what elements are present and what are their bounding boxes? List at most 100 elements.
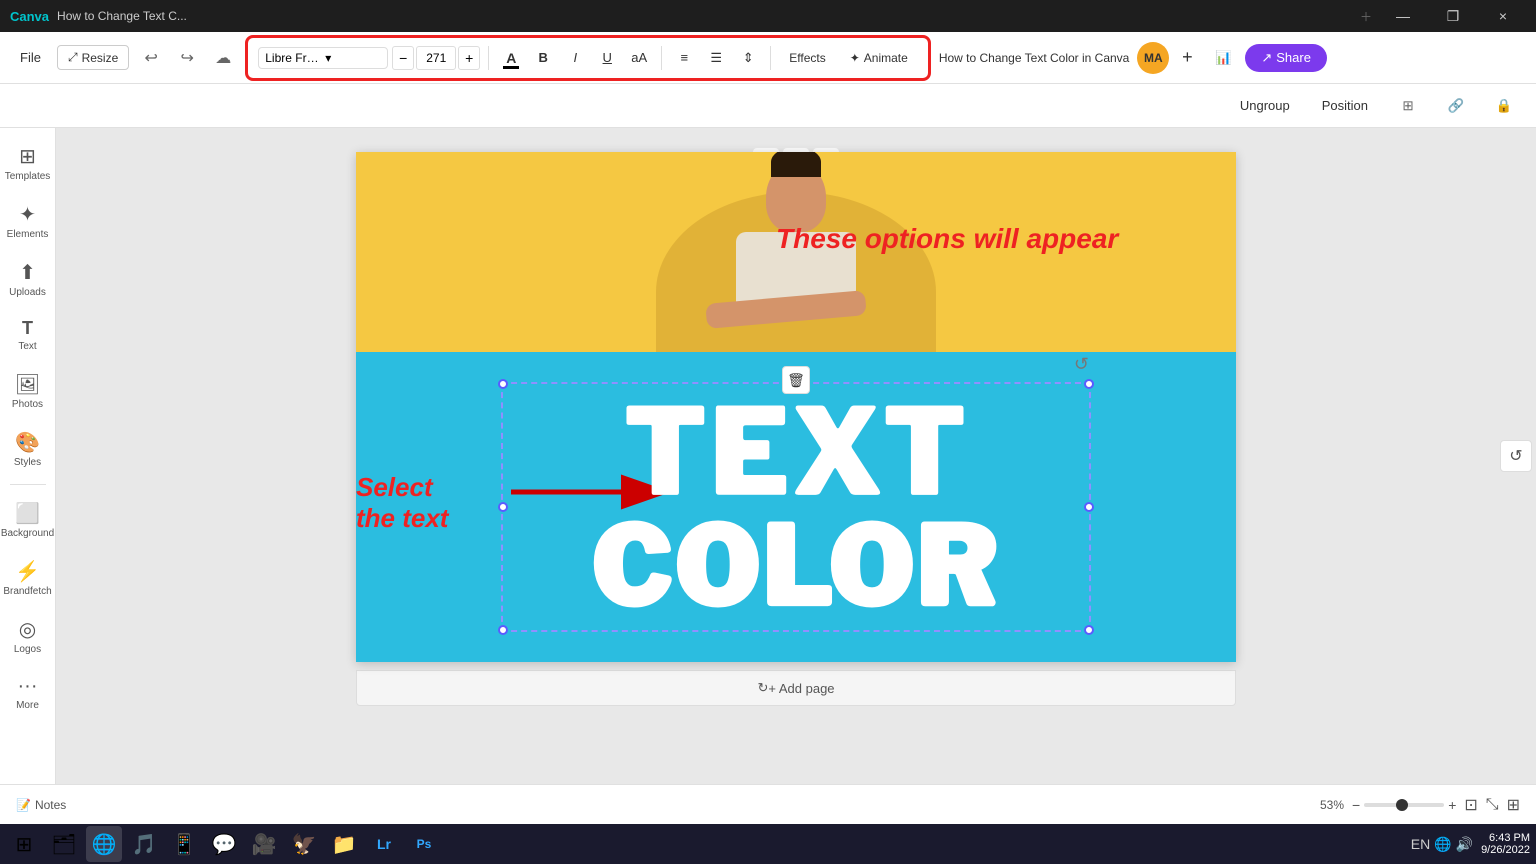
cloud-save-btn[interactable]: ☁ [209,44,237,72]
handle-mr[interactable] [1084,502,1094,512]
effects-label: Effects [789,51,825,65]
text-selection-box[interactable]: 🗑 ↺ TEXT COLOR [501,382,1091,632]
restore-btn[interactable]: ❐ [1430,0,1476,32]
sidebar-item-more[interactable]: ··· More [4,667,52,719]
sidebar-item-elements[interactable]: ✦ Elements [4,194,52,248]
font-name-label: Libre Franklin Bl... [265,51,321,65]
start-btn[interactable]: ⊞ [6,826,42,862]
handle-tl[interactable] [498,379,508,389]
share-icon: ↗ [1261,50,1272,66]
handle-tr[interactable] [1084,379,1094,389]
bold-btn[interactable]: B [529,44,557,72]
taskbar: ⊞ 🗂 🌐 🎵 📱 💬 🎥 🦅 📁 Lr Ps EN 🌐 🔊 6:43 PM 9… [0,824,1536,864]
resize-btn[interactable]: ⤢ Resize [57,45,129,70]
animate-icon: ✦ [850,51,860,65]
sidebar-item-uploads[interactable]: ⬆ Uploads [4,252,52,306]
secondary-toolbar: Ungroup Position ⊞ 🔗 🔒 [0,84,1536,128]
system-clock: 6:43 PM 9/26/2022 [1481,832,1530,856]
rotate-canvas-btn[interactable]: ↺ [1500,440,1532,472]
close-btn[interactable]: × [1480,0,1526,32]
sidebar-item-styles[interactable]: 🎨 Styles [4,422,52,476]
underline-btn[interactable]: U [593,44,621,72]
delete-float-btn[interactable]: 🗑 [782,366,810,394]
link-btn[interactable]: 🔗 [1440,90,1472,122]
list-btn[interactable]: ☰ [702,44,730,72]
text-icon: T [22,318,33,339]
grid-view-btn[interactable]: ⊞ [1507,795,1520,815]
text-label: Text [18,341,36,352]
rotate-handle[interactable]: ↺ [1074,354,1089,375]
handle-br[interactable] [1084,625,1094,635]
position-btn[interactable]: Position [1314,94,1376,117]
animate-btn[interactable]: ✦ Animate [840,47,918,69]
logos-icon: ◎ [19,617,36,642]
font-family-select[interactable]: Libre Franklin Bl... ▾ [258,47,388,69]
add-page-btn[interactable]: ↻ + Add page [356,670,1236,706]
canvas-area[interactable]: 🔒 ⧉ ⤢ [56,128,1536,784]
align-btn[interactable]: ≡ [670,44,698,72]
taskbar-browser[interactable]: 🌐 [86,826,122,862]
app-logo: Canva [10,9,49,24]
case-btn[interactable]: aA [625,44,653,72]
sidebar-item-background[interactable]: ⬜ Background [4,493,52,547]
window-controls: — ❐ × [1380,0,1526,32]
taskbar-zoom[interactable]: 🎥 [246,826,282,862]
user-avatar-btn[interactable]: MA [1137,42,1169,74]
lock-btn[interactable]: 🔒 [1488,90,1520,122]
taskbar-whatsapp[interactable]: 📱 [166,826,202,862]
handle-bl[interactable] [498,625,508,635]
add-tab-btn[interactable]: ＋ [1360,8,1372,25]
italic-btn[interactable]: I [561,44,589,72]
effects-btn[interactable]: Effects [779,47,835,69]
sidebar-item-logos[interactable]: ◎ Logos [4,609,52,663]
annotation-options-text: These options will appear [776,223,1118,255]
status-right: 53% − + ⊡ ⤡ ⊞ [1320,795,1520,815]
clock-date: 9/26/2022 [1481,844,1530,856]
increase-font-btn[interactable]: + [458,46,480,70]
stats-btn[interactable]: 📊 [1207,42,1239,74]
avatar-group: MA + [1137,42,1201,74]
canvas-bottom-section: Select the text [356,352,1236,662]
taskbar-discord[interactable]: 💬 [206,826,242,862]
grid-btn[interactable]: ⊞ [1392,90,1424,122]
redo-btn[interactable]: ↪ [173,44,201,72]
taskbar-app1[interactable]: 🦅 [286,826,322,862]
share-btn[interactable]: ↗ Share [1245,44,1327,72]
file-menu-btn[interactable]: File [12,46,49,69]
more-icon: ··· [18,675,38,698]
resize-icon: ⤢ [68,50,78,65]
handle-ml[interactable] [498,502,508,512]
present-btn[interactable]: ⤡ [1486,796,1499,814]
add-page-label: + Add page [768,681,834,696]
invite-btn[interactable]: + [1173,44,1201,72]
zoom-plus-icon: + [1448,797,1456,813]
font-size-input[interactable] [416,46,456,70]
taskbar-app2[interactable]: 📁 [326,826,362,862]
right-float-controls: ↺ [1500,440,1532,472]
taskbar-adobe-lr[interactable]: Lr [366,826,402,862]
fullscreen-btn[interactable]: ⊡ [1464,795,1477,815]
zoom-slider[interactable] [1364,803,1444,807]
toolbar-left: File ⤢ Resize ↩ ↪ ☁ [12,44,237,72]
more-label: More [16,700,39,711]
main-content: ⊞ Templates ✦ Elements ⬆ Uploads T Text … [0,128,1536,784]
sidebar-item-templates[interactable]: ⊞ Templates [4,136,52,190]
templates-icon: ⊞ [19,144,36,169]
sidebar-item-text[interactable]: T Text [4,310,52,360]
minimize-btn[interactable]: — [1380,0,1426,32]
taskbar-adobe-ps[interactable]: Ps [406,826,442,862]
taskbar-explorer[interactable]: 🗂 [46,826,82,862]
status-bar: 📝 Notes 53% − + ⊡ ⤡ ⊞ [0,784,1536,824]
divider-3 [770,46,771,70]
sidebar-item-brandfetch[interactable]: ⚡ Brandfetch [4,551,52,605]
sidebar-item-photos[interactable]: 🖼 Photos [4,364,52,418]
spacing-btn[interactable]: ⇕ [734,44,762,72]
left-sidebar: ⊞ Templates ✦ Elements ⬆ Uploads T Text … [0,128,56,784]
taskbar-music[interactable]: 🎵 [126,826,162,862]
decrease-font-btn[interactable]: − [392,46,414,70]
undo-btn[interactable]: ↩ [137,44,165,72]
notes-btn[interactable]: 📝 Notes [16,798,66,812]
text-color-btn[interactable]: A [497,44,525,72]
uploads-label: Uploads [9,287,46,298]
ungroup-btn[interactable]: Ungroup [1232,94,1298,117]
